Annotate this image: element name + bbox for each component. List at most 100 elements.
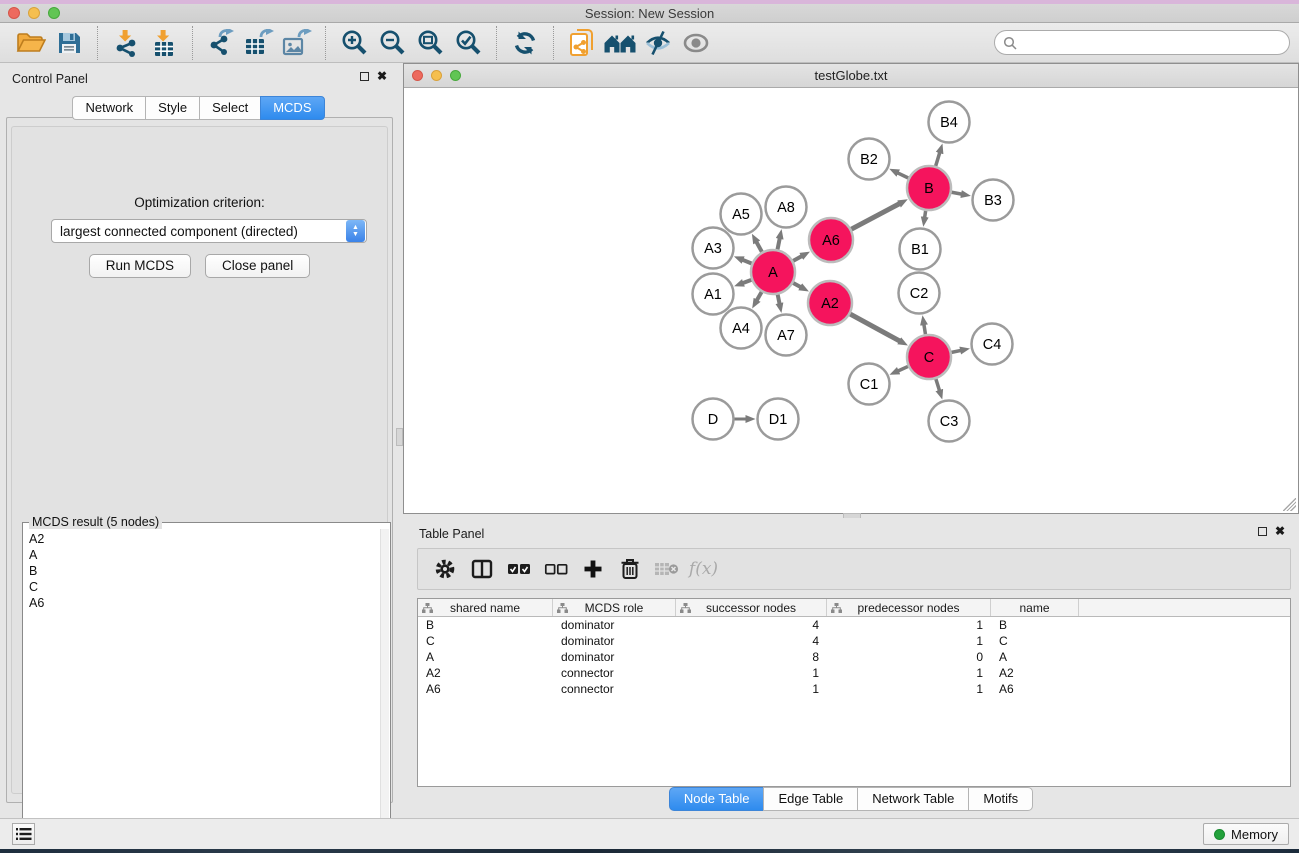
edge-A-A2[interactable] xyxy=(793,283,802,288)
graph-node-C3[interactable]: C3 xyxy=(929,401,970,442)
zoom-in-icon[interactable] xyxy=(335,26,373,60)
graph-node-B3[interactable]: B3 xyxy=(973,180,1014,221)
cell-name[interactable]: A xyxy=(991,649,1079,665)
deselect-all-icon[interactable] xyxy=(537,552,574,586)
cell-name[interactable]: A2 xyxy=(991,665,1079,681)
search-box[interactable] xyxy=(994,30,1290,55)
edge-C-C2[interactable] xyxy=(924,323,926,334)
mcds-result-item[interactable]: A2 xyxy=(29,531,380,547)
mcds-result-item[interactable]: A xyxy=(29,547,380,563)
import-network-icon[interactable] xyxy=(107,26,145,60)
graph-node-A[interactable]: A xyxy=(751,250,795,294)
edge-B-B1[interactable] xyxy=(924,211,925,219)
column-header-shared-name[interactable]: shared name xyxy=(418,599,553,616)
edge-A-A8[interactable] xyxy=(778,237,781,250)
graph-node-C1[interactable]: C1 xyxy=(849,364,890,405)
cell-shared-name[interactable]: A6 xyxy=(418,681,553,697)
zoom-out-icon[interactable] xyxy=(373,26,411,60)
tab-select[interactable]: Select xyxy=(199,96,260,120)
cell-shared-name[interactable]: B xyxy=(418,617,553,633)
import-table-icon[interactable] xyxy=(145,26,183,60)
mcds-result-item[interactable]: C xyxy=(29,579,380,595)
cell-predecessor-nodes[interactable]: 1 xyxy=(827,633,991,649)
graph-node-B[interactable]: B xyxy=(907,166,951,210)
tab-motifs[interactable]: Motifs xyxy=(968,787,1033,811)
graph-node-B4[interactable]: B4 xyxy=(929,102,970,143)
graph-node-A5[interactable]: A5 xyxy=(721,194,762,235)
vertical-splitter-grip[interactable] xyxy=(396,428,403,446)
cell-predecessor-nodes[interactable]: 1 xyxy=(827,681,991,697)
delete-column-icon[interactable] xyxy=(611,552,648,586)
edge-B-B3[interactable] xyxy=(952,192,963,194)
cell-shared-name[interactable]: A2 xyxy=(418,665,553,681)
cell-predecessor-nodes[interactable]: 1 xyxy=(827,665,991,681)
network-window-titlebar[interactable]: testGlobe.txt xyxy=(404,64,1298,88)
memory-button[interactable]: Memory xyxy=(1203,823,1289,845)
edge-A2-C[interactable] xyxy=(850,314,901,342)
edge-A-A6[interactable] xyxy=(793,255,803,260)
tab-node-table[interactable]: Node Table xyxy=(669,787,764,811)
graph-node-D[interactable]: D xyxy=(693,399,734,440)
tab-mcds[interactable]: MCDS xyxy=(260,96,324,120)
graph-node-A7[interactable]: A7 xyxy=(766,315,807,356)
tab-style[interactable]: Style xyxy=(145,96,199,120)
cell-shared-name[interactable]: A xyxy=(418,649,553,665)
graph-node-C2[interactable]: C2 xyxy=(899,273,940,314)
table-row[interactable]: A6connector11A6 xyxy=(418,681,1290,697)
window-resize-grip[interactable] xyxy=(1283,498,1296,511)
neighbors-icon[interactable] xyxy=(601,26,639,60)
hide-details-icon[interactable] xyxy=(639,26,677,60)
graph-node-A8[interactable]: A8 xyxy=(766,187,807,228)
graph-node-A1[interactable]: A1 xyxy=(693,274,734,315)
show-details-icon[interactable] xyxy=(677,26,715,60)
search-input[interactable] xyxy=(1017,33,1289,53)
graph-node-C4[interactable]: C4 xyxy=(972,324,1013,365)
zoom-selected-icon[interactable] xyxy=(449,26,487,60)
cell-predecessor-nodes[interactable]: 1 xyxy=(827,617,991,633)
edge-A-A4[interactable] xyxy=(756,292,761,302)
edge-C-C3[interactable] xyxy=(936,379,940,392)
tab-network[interactable]: Network xyxy=(72,96,145,120)
column-header-name[interactable]: name xyxy=(991,599,1079,616)
edge-B-B4[interactable] xyxy=(936,151,940,166)
add-column-icon[interactable] xyxy=(574,552,611,586)
table-row[interactable]: Bdominator41B xyxy=(418,617,1290,633)
edge-A-A1[interactable] xyxy=(742,280,752,284)
table-row[interactable]: A2connector11A2 xyxy=(418,665,1290,681)
cell-successor-nodes[interactable]: 8 xyxy=(676,649,827,665)
close-table-panel-icon[interactable]: ✖ xyxy=(1275,527,1285,536)
tab-network-table[interactable]: Network Table xyxy=(857,787,968,811)
cell-MCDS-role[interactable]: connector xyxy=(553,665,676,681)
graph-node-D1[interactable]: D1 xyxy=(758,399,799,440)
mcds-result-item[interactable]: B xyxy=(29,563,380,579)
gear-icon[interactable] xyxy=(426,552,463,586)
tab-edge-table[interactable]: Edge Table xyxy=(763,787,857,811)
table-row[interactable]: Adominator80A xyxy=(418,649,1290,665)
network-canvas[interactable]: B4B2BB3A8A5A6B1A3AC2A1A2A4A7C4CC1C3DD1 xyxy=(405,89,1297,512)
export-table-icon[interactable] xyxy=(240,26,278,60)
cell-MCDS-role[interactable]: dominator xyxy=(553,649,676,665)
edge-A-A3[interactable] xyxy=(741,259,751,263)
mcds-result-item[interactable]: A6 xyxy=(29,595,380,611)
edge-A-A5[interactable] xyxy=(756,241,762,252)
graph-node-A4[interactable]: A4 xyxy=(721,308,762,349)
graph-node-A2[interactable]: A2 xyxy=(808,281,852,325)
graph-node-A6[interactable]: A6 xyxy=(809,218,853,262)
cell-MCDS-role[interactable]: dominator xyxy=(553,633,676,649)
optimization-criterion-select[interactable]: largest connected component (directed) ▲… xyxy=(51,219,367,243)
float-table-panel-icon[interactable] xyxy=(1258,527,1267,536)
graph-node-C[interactable]: C xyxy=(907,335,951,379)
mcds-result-scrollbar[interactable] xyxy=(380,529,389,853)
edge-A6-B[interactable] xyxy=(851,203,900,229)
cell-MCDS-role[interactable]: dominator xyxy=(553,617,676,633)
edge-A-A7[interactable] xyxy=(778,295,780,306)
column-header-successor-nodes[interactable]: successor nodes xyxy=(676,599,827,616)
mcds-result-list[interactable]: A2ABCA6 xyxy=(24,529,380,853)
close-panel-button[interactable]: Close panel xyxy=(205,254,310,278)
column-header-predecessor-nodes[interactable]: predecessor nodes xyxy=(827,599,991,616)
cell-name[interactable]: B xyxy=(991,617,1079,633)
column-header-MCDS-role[interactable]: MCDS role xyxy=(553,599,676,616)
cell-successor-nodes[interactable]: 4 xyxy=(676,617,827,633)
float-panel-icon[interactable] xyxy=(360,72,369,81)
graph-node-B2[interactable]: B2 xyxy=(849,139,890,180)
